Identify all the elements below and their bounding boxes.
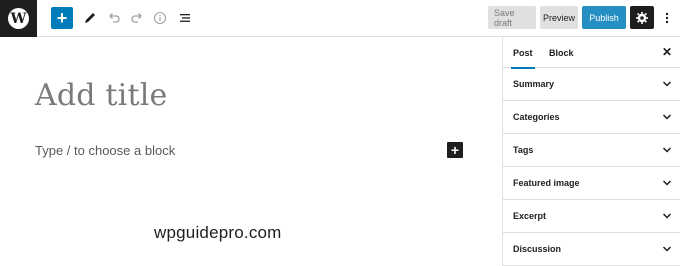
list-view-icon[interactable] [175, 7, 195, 29]
panel-tags[interactable]: Tags [503, 134, 680, 167]
top-toolbar: W + Save draft Preview Publish [0, 0, 680, 37]
redo-icon[interactable] [127, 7, 147, 29]
wordpress-logo-icon[interactable]: W [0, 0, 37, 37]
wordpress-logo-ring: W [8, 8, 29, 29]
info-icon[interactable] [150, 7, 170, 29]
publish-button[interactable]: Publish [582, 6, 626, 29]
sidebar-tabs: Post Block ✕ [503, 37, 680, 69]
panel-discussion[interactable]: Discussion [503, 233, 680, 266]
tab-post[interactable]: Post [511, 37, 534, 69]
pencil-tools-icon[interactable] [80, 7, 100, 29]
panel-label: Excerpt [513, 211, 547, 221]
chevron-down-icon [662, 147, 672, 153]
panel-label: Categories [513, 112, 560, 122]
add-block-button[interactable]: + [51, 7, 73, 29]
panel-categories[interactable]: Categories [503, 101, 680, 134]
panel-label: Summary [513, 79, 555, 89]
settings-gear-icon[interactable] [630, 6, 654, 29]
chevron-down-icon [662, 213, 672, 219]
tab-block[interactable]: Block [549, 37, 574, 68]
panel-summary[interactable]: Summary [503, 68, 680, 101]
wordpress-logo-glyph: W [10, 10, 27, 27]
panel-excerpt[interactable]: Excerpt [503, 200, 680, 233]
editor-canvas: Add title Type / to choose a block + wpg… [0, 38, 502, 266]
more-options-icon[interactable] [660, 6, 674, 29]
close-icon[interactable]: ✕ [662, 46, 672, 58]
save-draft-button[interactable]: Save draft [488, 6, 536, 29]
settings-sidebar: Post Block ✕ Summary Categories Tags Fea… [502, 37, 680, 266]
panel-label: Tags [513, 145, 534, 155]
panel-label: Featured image [513, 178, 580, 188]
undo-icon[interactable] [104, 7, 124, 29]
inline-add-block-button[interactable]: + [447, 142, 463, 158]
chevron-down-icon [662, 246, 672, 252]
chevron-down-icon [662, 180, 672, 186]
panel-featured-image[interactable]: Featured image [503, 167, 680, 200]
panel-label: Discussion [513, 244, 562, 254]
post-title-input[interactable]: Add title [35, 78, 167, 113]
preview-button[interactable]: Preview [540, 6, 578, 29]
chevron-down-icon [662, 114, 672, 120]
watermark-text: wpguidepro.com [154, 223, 282, 242]
block-placeholder-input[interactable]: Type / to choose a block [35, 143, 175, 158]
chevron-down-icon [662, 81, 672, 87]
